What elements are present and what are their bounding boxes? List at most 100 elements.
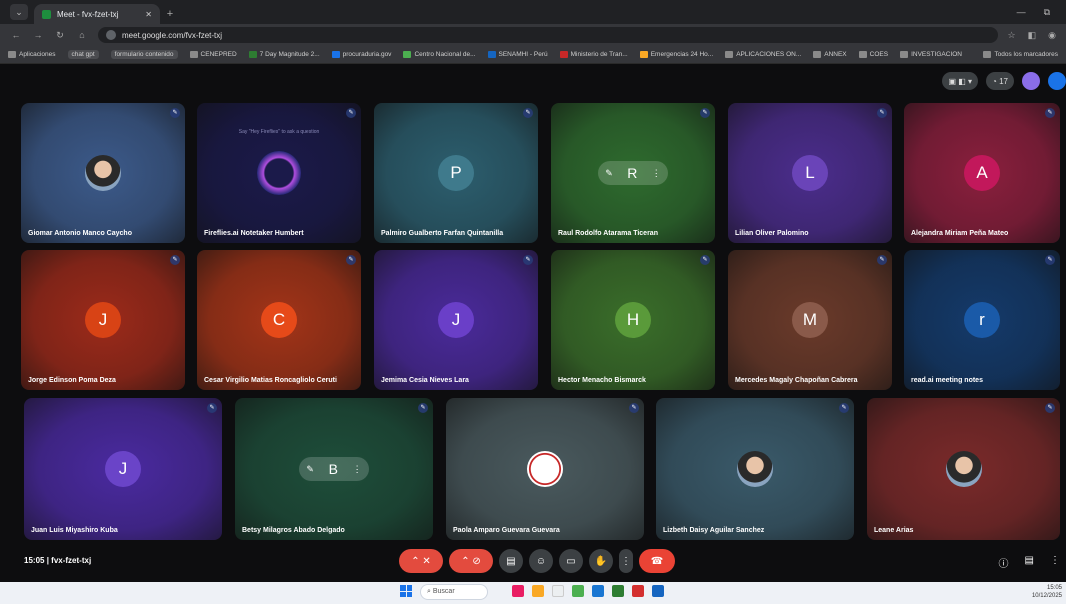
participant-name: Jorge Edinson Poma Deza — [28, 377, 116, 384]
participant-tile[interactable]: ✎ P Palmiro Gualberto Farfan Quintanilla — [374, 103, 538, 243]
participant-tile[interactable]: ✎ ✎ R ⋮ Raul Rodolfo Atarama Ticeran — [551, 103, 715, 243]
bookmark-item[interactable]: Todos los marcadores — [983, 50, 1058, 58]
participant-tile[interactable]: ✎ Say "Hey Fireflies" to ask a question Fi… — [197, 103, 361, 243]
bookmark-star-icon[interactable]: ☆ — [1008, 30, 1016, 41]
chrome-icon[interactable] — [572, 585, 584, 597]
site-info-icon[interactable] — [106, 30, 116, 40]
participant-tile[interactable]: ✎ C Cesar Virgilio Matias Roncagliolo Ceru… — [197, 250, 361, 390]
info-icon[interactable]: ⓘ — [999, 555, 1009, 570]
activities-icon[interactable]: ⋮ — [1050, 555, 1060, 570]
tile-hover-controls[interactable]: ✎ R ⋮ — [598, 161, 668, 185]
profile-icon[interactable]: ◉ — [1048, 30, 1056, 41]
tab-close-icon[interactable]: ✕ — [145, 10, 152, 19]
participant-tile[interactable]: ✎ J Jemima Cesia Nieves Lara — [374, 250, 538, 390]
participants-indicator[interactable]: ◔ 17 — [986, 72, 1014, 90]
tab-meet[interactable]: Meet - fvx-fzet-txj ✕ — [34, 4, 160, 24]
pdf-icon[interactable] — [632, 585, 644, 597]
back-icon[interactable]: ← — [10, 30, 22, 40]
participant-photo — [737, 451, 773, 487]
participant-name: Jemima Cesia Nieves Lara — [381, 377, 469, 384]
mic-muted-icon: ✎ — [418, 403, 428, 413]
bookmark-item[interactable]: ANNEX — [813, 50, 847, 58]
home-icon[interactable]: ⌂ — [76, 30, 88, 40]
participant-tile[interactable]: ✎ ✎ B ⋮ Betsy Milagros Abado Delgado — [235, 398, 433, 540]
raise-hand-button[interactable]: ✋ — [589, 549, 613, 573]
bookmark-item[interactable]: Centro Nacional de... — [403, 50, 476, 58]
bookmark-item[interactable]: formulario contenido — [110, 50, 178, 59]
excel-icon[interactable] — [612, 585, 624, 597]
more-options-button[interactable]: ⋮ — [619, 549, 633, 573]
emoji-button[interactable]: ☺ — [529, 549, 553, 573]
participant-avatar: P — [438, 155, 474, 191]
participant-name: Mercedes Magaly Chapoñan Cabrera — [735, 377, 858, 384]
mic-muted-icon: ✎ — [700, 108, 710, 118]
app-icon[interactable] — [552, 585, 564, 597]
taskbar-search-input[interactable]: ⌕ Buscar — [420, 584, 488, 600]
participant-tile[interactable]: ✎ r read.ai meeting notes — [904, 250, 1060, 390]
new-tab-icon[interactable]: + — [160, 8, 180, 24]
mic-muted-icon: ✎ — [700, 255, 710, 265]
extensions-icon[interactable]: ◧ — [1028, 30, 1037, 41]
participant-tile[interactable]: ✎ Paola Amparo Guevara Guevara — [446, 398, 644, 540]
bookmark-item[interactable]: INVESTIGACION — [900, 50, 962, 58]
app-icon[interactable] — [512, 585, 524, 597]
bookmarks-bar: Aplicaciones chat gpt formulario conteni… — [0, 46, 1066, 64]
bookmark-item[interactable]: Aplicaciones — [8, 50, 56, 58]
participant-tile[interactable]: ✎ L Lilian Oliver Palomino — [728, 103, 892, 243]
more-icon[interactable]: ⋮ — [652, 168, 661, 179]
app-icon[interactable] — [592, 585, 604, 597]
camera-toggle-button[interactable]: ⌃ ⊘ — [449, 549, 493, 573]
recording-indicator[interactable]: ▣ ◧ ▾ — [942, 72, 979, 90]
leave-call-button[interactable]: ☎ — [639, 549, 675, 573]
mic-muted-icon: ✎ — [1045, 108, 1055, 118]
maximize-icon[interactable]: ⧉ — [1044, 7, 1050, 18]
minimize-icon[interactable]: — — [1017, 7, 1026, 18]
participant-name: Betsy Milagros Abado Delgado — [242, 527, 345, 534]
participant-photo — [85, 155, 121, 191]
pin-icon[interactable]: ✎ — [306, 464, 314, 475]
account-avatar[interactable] — [1048, 72, 1066, 90]
pin-icon[interactable]: ✎ — [605, 168, 613, 179]
chat-icon[interactable]: ▤ — [1025, 555, 1034, 570]
mic-toggle-button[interactable]: ⌃ ✕ — [399, 549, 443, 573]
tab-search-icon[interactable]: ⌄ — [10, 4, 28, 20]
participant-tile[interactable]: ✎ M Mercedes Magaly Chapoñan Cabrera — [728, 250, 892, 390]
bookmark-item[interactable]: Emergencias 24 Ho... — [639, 50, 713, 58]
participant-name: Hector Menacho Bismarck — [558, 377, 646, 384]
tile-hover-controls[interactable]: ✎ B ⋮ — [299, 457, 369, 481]
bookmark-item[interactable]: Ministerio de Tran... — [559, 50, 628, 58]
bookmark-item[interactable]: APLICACIONES ON... — [725, 50, 801, 58]
bookmark-item[interactable]: SENAMHI - Perú — [487, 50, 548, 58]
forward-icon[interactable]: → — [32, 30, 44, 40]
taskbar-apps — [512, 585, 664, 597]
windows-start-icon[interactable] — [400, 585, 412, 597]
gemini-icon[interactable] — [1022, 72, 1040, 90]
participant-name: Lilian Oliver Palomino — [735, 230, 809, 237]
bookmark-item[interactable]: COES — [858, 50, 888, 58]
participant-avatar: H — [615, 302, 651, 338]
browser-window: ⌄ Meet - fvx-fzet-txj ✕ + — ⧉ ← → ↻ ⌂ me… — [0, 0, 1066, 604]
participant-tile[interactable]: ✎ Lizbeth Daisy Aguilar Sanchez — [656, 398, 854, 540]
captions-button[interactable]: ▤ — [499, 549, 523, 573]
participant-tile[interactable]: ✎ Giomar Antonio Manco Caycho — [21, 103, 185, 243]
mic-muted-icon: ✎ — [346, 108, 356, 118]
url-input[interactable]: meet.google.com/fvx-fzet-txj — [98, 27, 998, 43]
bookmark-item[interactable]: 7 Day Magnitude 2... — [248, 50, 320, 58]
more-icon[interactable]: ⋮ — [353, 464, 362, 475]
participant-name: Juan Luis Miyashiro Kuba — [31, 527, 118, 534]
bookmark-item[interactable]: CENEPRED — [189, 50, 237, 58]
participant-tile[interactable]: ✎ H Hector Menacho Bismarck — [551, 250, 715, 390]
reload-icon[interactable]: ↻ — [54, 30, 66, 41]
present-button[interactable]: ▭ — [559, 549, 583, 573]
bookmark-item[interactable]: chat gpt — [67, 50, 99, 59]
participant-tile[interactable]: ✎ J Juan Luis Miyashiro Kuba — [24, 398, 222, 540]
outlook-icon[interactable] — [652, 585, 664, 597]
bookmark-item[interactable]: procuraduria.gov — [331, 50, 391, 58]
explorer-icon[interactable] — [532, 585, 544, 597]
participant-tile[interactable]: ✎ J Jorge Edinson Poma Deza — [21, 250, 185, 390]
meet-top-controls: ▣ ◧ ▾ ◔ 17 — [942, 72, 1066, 90]
participant-name: Palmiro Gualberto Farfan Quintanilla — [381, 230, 504, 237]
meet-favicon-icon — [42, 9, 51, 19]
participant-tile[interactable]: ✎ Leane Arias — [867, 398, 1060, 540]
participant-tile[interactable]: ✎ A Alejandra Miriam Peña Mateo — [904, 103, 1060, 243]
